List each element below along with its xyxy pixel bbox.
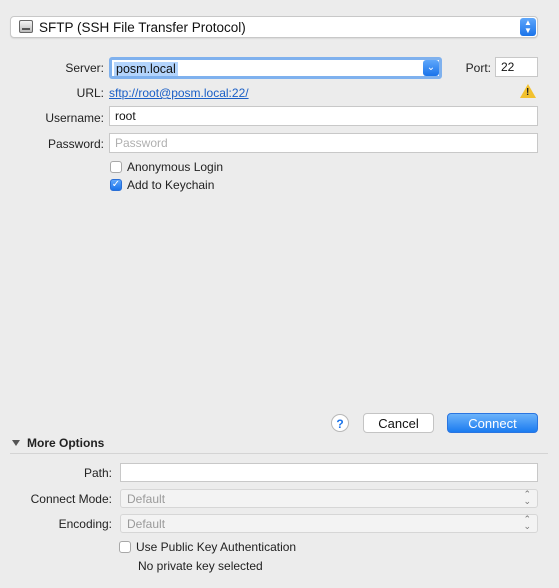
- public-key-checkbox[interactable]: [119, 541, 131, 553]
- updown-arrows-icon: ⌃ ⌄: [523, 514, 531, 531]
- divider: [10, 453, 548, 454]
- password-label: Password:: [47, 137, 104, 151]
- checkmark-icon: ✓: [111, 179, 121, 190]
- public-key-label: Use Public Key Authentication: [136, 540, 297, 554]
- help-button[interactable]: ?: [331, 414, 349, 432]
- url-label: URL:: [76, 86, 104, 100]
- encoding-value: Default: [127, 517, 166, 531]
- private-key-status: No private key selected: [138, 559, 263, 573]
- drive-icon: [19, 20, 33, 33]
- connect-mode-popup[interactable]: Default ⌃ ⌄: [120, 489, 538, 508]
- port-field[interactable]: 22: [495, 57, 538, 77]
- add-to-keychain-checkbox[interactable]: ✓: [110, 179, 122, 191]
- add-to-keychain-label: Add to Keychain: [127, 178, 215, 192]
- connect-mode-label: Connect Mode:: [30, 492, 112, 506]
- anonymous-login-label: Anonymous Login: [127, 160, 224, 174]
- path-label: Path:: [83, 466, 112, 480]
- more-options-title[interactable]: More Options: [27, 436, 104, 450]
- updown-arrows-icon: ⌃ ⌄: [523, 489, 531, 506]
- popup-arrows-icon: ▲ ▼: [520, 18, 536, 36]
- server-input[interactable]: posm.local: [114, 62, 178, 76]
- warning-mark: !: [526, 87, 530, 98]
- connect-button[interactable]: Connect: [447, 413, 538, 433]
- port-label: Port:: [465, 61, 491, 75]
- cancel-button[interactable]: Cancel: [363, 413, 434, 433]
- disclosure-triangle-icon[interactable]: [12, 440, 20, 446]
- password-field[interactable]: Password: [109, 133, 538, 153]
- encoding-popup[interactable]: Default ⌃ ⌄: [120, 514, 538, 533]
- username-field[interactable]: root: [109, 106, 538, 126]
- connect-mode-value: Default: [127, 492, 166, 506]
- server-combo[interactable]: posm.local ⌄: [109, 57, 442, 79]
- protocol-label: SFTP (SSH File Transfer Protocol): [39, 20, 246, 35]
- encoding-label: Encoding:: [58, 517, 112, 531]
- protocol-popup[interactable]: SFTP (SSH File Transfer Protocol) ▲ ▼: [10, 16, 538, 38]
- path-field[interactable]: [120, 463, 538, 482]
- chevron-down-icon[interactable]: ⌄: [423, 60, 439, 76]
- url-link[interactable]: sftp://root@posm.local:22/: [109, 86, 249, 100]
- server-label: Server:: [65, 61, 104, 75]
- username-label: Username:: [45, 111, 104, 125]
- anonymous-login-checkbox[interactable]: [110, 161, 122, 173]
